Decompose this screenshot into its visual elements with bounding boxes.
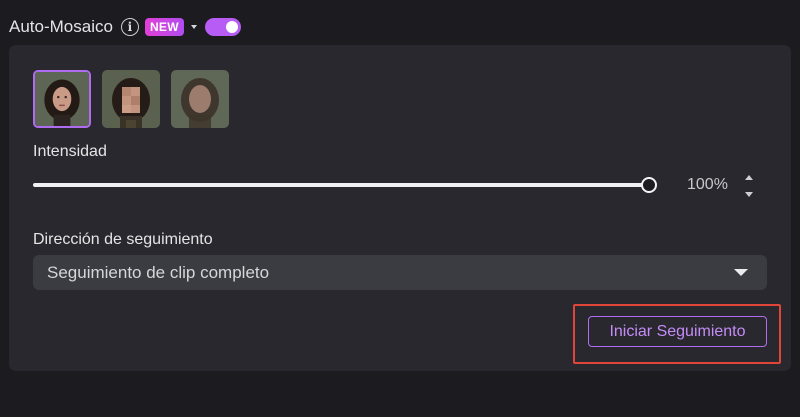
chevron-down-icon[interactable] [190, 25, 197, 29]
thumbnail-face-blurred[interactable] [171, 70, 229, 128]
auto-mosaic-toggle[interactable] [204, 18, 241, 36]
info-icon[interactable]: i [120, 18, 139, 36]
increase-icon[interactable] [745, 175, 753, 180]
dropdown-arrow-icon [734, 269, 748, 276]
thumbnail-face-sharp[interactable] [33, 70, 91, 128]
section-title: Auto-Mosaico [9, 17, 113, 36]
decrease-icon[interactable] [745, 192, 753, 197]
intensity-value[interactable]: 100% [687, 176, 728, 194]
portrait-image [35, 72, 89, 126]
intensity-stepper[interactable] [744, 173, 756, 199]
auto-mosaic-header: Auto-Mosaico i NEW [9, 14, 241, 40]
intensity-slider-track[interactable] [33, 183, 647, 187]
thumbnail-face-pixelated[interactable] [102, 70, 160, 128]
start-tracking-button[interactable]: Iniciar Seguimiento [588, 316, 767, 347]
tracking-direction-select[interactable]: Seguimiento de clip completo [33, 255, 767, 290]
new-badge: NEW [144, 18, 184, 36]
mosaic-style-thumbnails [33, 70, 229, 128]
tracking-direction-value: Seguimiento de clip completo [47, 263, 270, 282]
toggle-knob [225, 21, 238, 33]
intensity-label: Intensidad [33, 143, 107, 160]
tracking-direction-label: Dirección de seguimiento [33, 231, 213, 248]
intensity-slider-handle[interactable] [641, 177, 657, 193]
portrait-image [171, 70, 229, 128]
mosaic-settings-panel: Intensidad 100% Dirección de seguimiento… [9, 45, 791, 371]
portrait-image [102, 70, 160, 128]
